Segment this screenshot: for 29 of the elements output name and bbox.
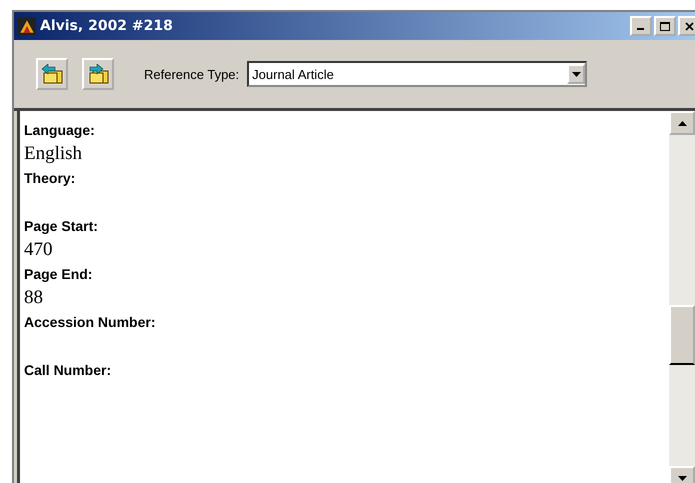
field-label: Language: — [24, 121, 96, 140]
field-label: Theory: — [24, 169, 76, 188]
field-value: English — [24, 142, 84, 166]
reference-type-dropdown[interactable]: Journal Article — [247, 61, 588, 87]
scroll-up-button[interactable] — [669, 111, 695, 135]
scroll-down-button[interactable] — [669, 466, 695, 483]
field-value: 88 — [24, 286, 44, 310]
close-button[interactable] — [678, 16, 695, 36]
reference-type-label: Reference Type: — [144, 66, 240, 82]
dropdown-caret-icon — [572, 72, 581, 76]
field-label: Page End: — [24, 265, 94, 284]
scrollbar-thumb[interactable] — [669, 305, 695, 365]
next-button[interactable] — [82, 58, 114, 90]
window-title: Alvis, 2002 #218 — [40, 18, 174, 34]
folder-right-arrow-icon — [87, 64, 109, 84]
field-value: 470 — [24, 238, 54, 262]
maximize-icon — [660, 22, 670, 30]
vertical-scrollbar[interactable] — [669, 111, 695, 483]
previous-button[interactable] — [36, 58, 68, 90]
minimize-button[interactable] — [630, 16, 652, 36]
field-label: Call Number: — [24, 361, 112, 380]
app-icon — [18, 17, 36, 35]
maximize-button[interactable] — [654, 16, 676, 36]
down-arrow-icon — [678, 476, 686, 480]
field-label: Page Start: — [24, 217, 99, 236]
field-label: Accession Number: — [24, 313, 156, 332]
up-arrow-icon — [678, 120, 686, 126]
close-icon — [684, 22, 694, 30]
folder-left-arrow-icon — [41, 64, 63, 84]
